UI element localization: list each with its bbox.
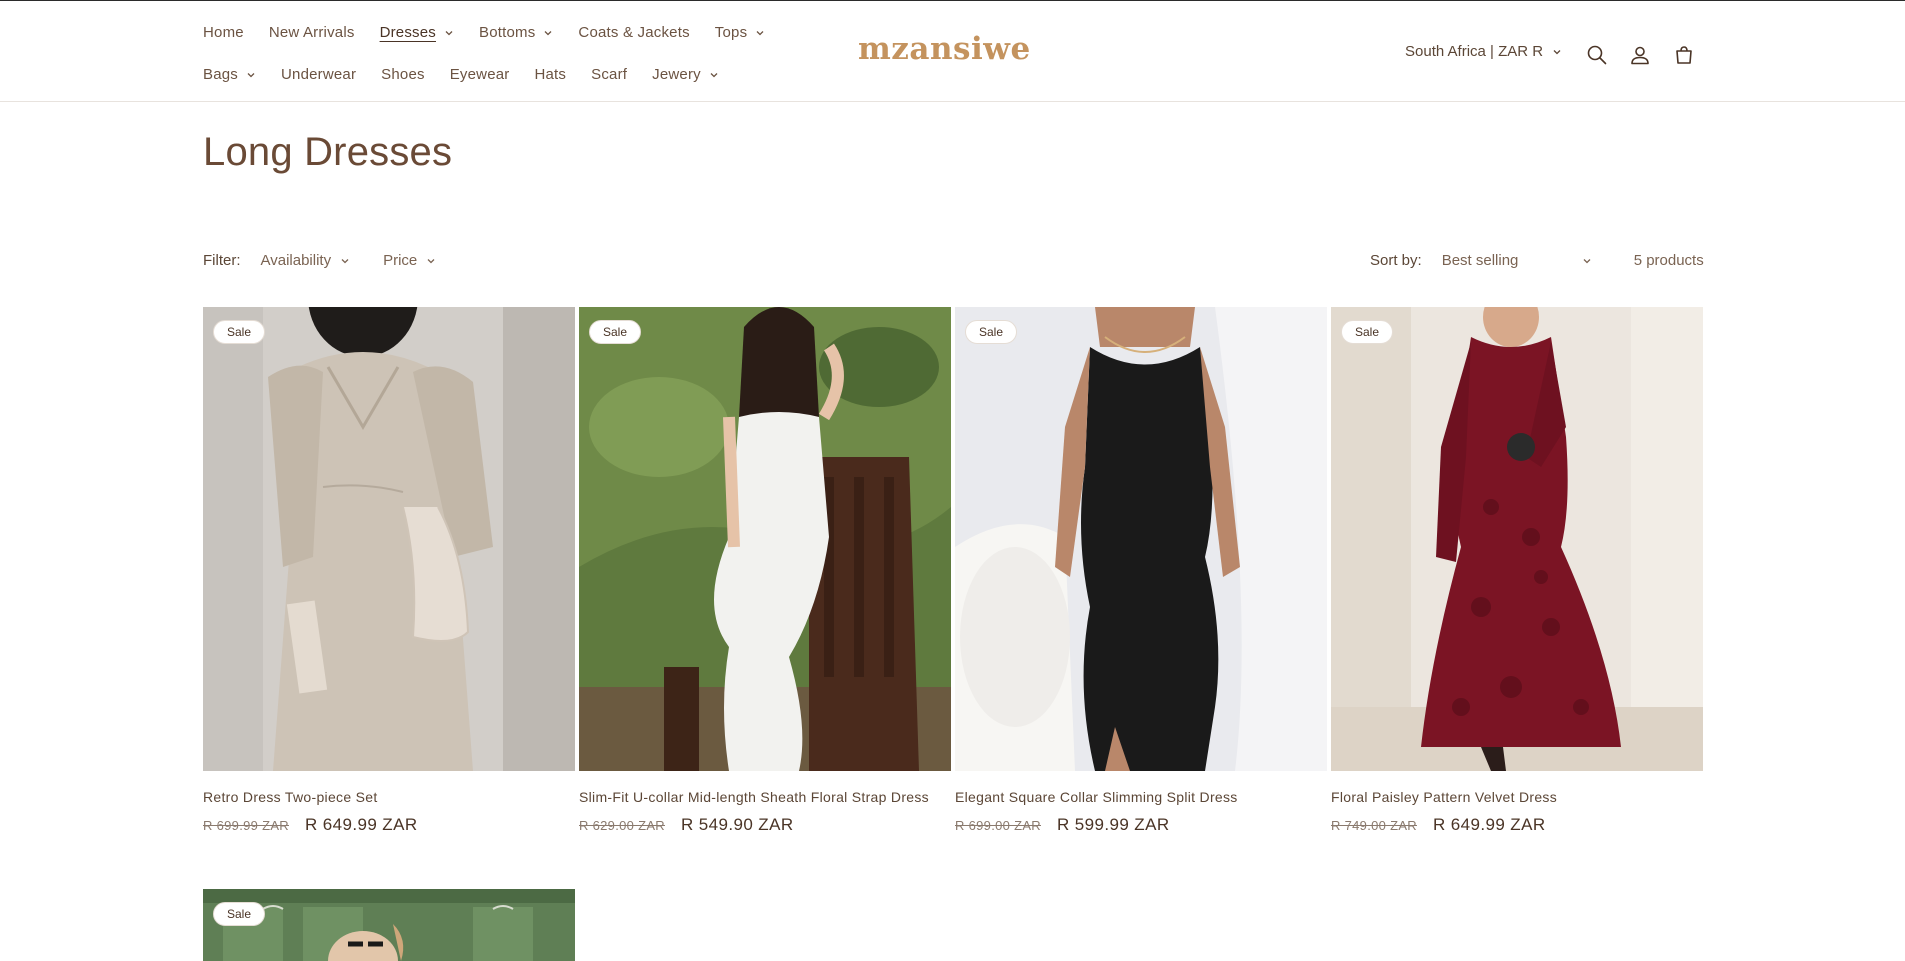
search-icon	[1587, 45, 1607, 65]
nav-label: Bottoms	[478, 24, 536, 41]
sale-price: R 649.99 ZAR	[304, 815, 418, 834]
nav-item-new-arrivals[interactable]: New Arrivals	[269, 24, 355, 41]
nav-item-hats[interactable]: Hats	[534, 66, 566, 83]
filter-bar: Filter: Availability Price	[203, 252, 469, 269]
site-header: Home New Arrivals Dresses Bottoms Coats …	[0, 1, 1905, 102]
cart-button[interactable]	[1670, 41, 1698, 69]
nav-label: Dresses	[379, 24, 436, 41]
sale-price: R 549.90 ZAR	[680, 815, 794, 834]
nav-item-eyewear[interactable]: Eyewear	[450, 66, 510, 83]
chevron-down-icon	[427, 258, 435, 263]
main-nav-row-2: Bags Underwear Shoes Eyewear Hats Scarf …	[203, 66, 744, 83]
nav-label: Tops	[714, 24, 748, 41]
filter-availability-label: Availability	[260, 252, 332, 269]
product-card[interactable]: Sale Slim-Fit U-collar Mid-length Sheath…	[579, 307, 951, 835]
nav-label: Underwear	[281, 66, 357, 83]
chevron-down-icon	[544, 30, 552, 35]
nav-item-underwear[interactable]: Underwear	[281, 66, 356, 83]
nav-label: Bags	[203, 66, 238, 83]
product-name[interactable]: Retro Dress Two-piece Set	[203, 789, 575, 805]
sale-badge: Sale	[589, 320, 642, 344]
product-name[interactable]: Slim-Fit U-collar Mid-length Sheath Flor…	[579, 789, 951, 805]
site-logo[interactable]: mzansiwe	[858, 31, 1031, 67]
nav-item-bags[interactable]: Bags	[203, 66, 256, 83]
filter-price[interactable]: Price	[383, 252, 436, 269]
price-row: R 629.00 ZAR R 549.90 ZAR	[579, 815, 951, 835]
product-image[interactable]: Sale	[203, 307, 575, 771]
nav-label: Coats & Jackets	[578, 24, 690, 41]
sale-price: R 649.99 ZAR	[1432, 815, 1546, 834]
price-row: R 699.99 ZAR R 649.99 ZAR	[203, 815, 575, 835]
sort-select[interactable]: Best selling	[1442, 252, 1592, 269]
sale-badge: Sale	[213, 320, 266, 344]
chevron-down-icon	[756, 30, 764, 35]
regular-price: R 629.00 ZAR	[579, 818, 665, 833]
chevron-down-icon	[1583, 258, 1591, 263]
regular-price: R 749.00 ZAR	[1331, 818, 1417, 833]
chevron-down-icon	[341, 258, 349, 263]
nav-label: Hats	[534, 66, 567, 83]
nav-label: Eyewear	[449, 66, 510, 83]
product-name[interactable]: Floral Paisley Pattern Velvet Dress	[1331, 789, 1703, 805]
product-count: 5 products	[1633, 252, 1704, 269]
sort-selected-value: Best selling	[1441, 252, 1519, 269]
filter-price-label: Price	[383, 252, 418, 269]
nav-item-jewery[interactable]: Jewery	[652, 66, 719, 83]
product-image[interactable]: Sale	[955, 307, 1327, 771]
nav-label: Jewery	[652, 66, 701, 83]
nav-item-shoes[interactable]: Shoes	[381, 66, 425, 83]
cart-icon	[1676, 46, 1692, 64]
product-card[interactable]: Sale Retro Dress Two-piece Set R 699.99 …	[203, 307, 575, 835]
nav-label: Shoes	[381, 66, 425, 83]
chevron-down-icon	[247, 72, 255, 77]
sort-label: Sort by:	[1370, 252, 1422, 269]
product-card[interactable]: Sale Elegant Square Collar Slimming Spli…	[955, 307, 1327, 835]
nav-item-tops[interactable]: Tops	[715, 24, 766, 41]
nav-item-bottoms[interactable]: Bottoms	[479, 24, 553, 41]
regular-price: R 699.99 ZAR	[203, 818, 289, 833]
nav-item-scarf[interactable]: Scarf	[591, 66, 627, 83]
nav-label: Scarf	[591, 66, 628, 83]
price-row: R 699.00 ZAR R 599.99 ZAR	[955, 815, 1327, 835]
search-button[interactable]	[1583, 41, 1611, 69]
chevron-down-icon	[445, 30, 453, 35]
product-card[interactable]: Sale Floral Paisley Pattern Velvet Dress…	[1331, 307, 1703, 835]
nav-label: Home	[203, 24, 244, 41]
country-selector[interactable]: South Africa | ZAR R	[1405, 43, 1562, 60]
nav-label: New Arrivals	[268, 24, 355, 41]
nav-item-dresses[interactable]: Dresses	[380, 24, 454, 41]
product-name[interactable]: Elegant Square Collar Slimming Split Dre…	[955, 789, 1327, 805]
price-row: R 749.00 ZAR R 649.99 ZAR	[1331, 815, 1703, 835]
product-card[interactable]: Sale	[203, 889, 575, 961]
page-title: Long Dresses	[203, 130, 453, 174]
filter-label: Filter:	[203, 252, 241, 269]
sale-badge: Sale	[1341, 320, 1394, 344]
main-nav-row-1: Home New Arrivals Dresses Bottoms Coats …	[203, 24, 790, 41]
sale-price: R 599.99 ZAR	[1056, 815, 1170, 834]
regular-price: R 699.00 ZAR	[955, 818, 1041, 833]
product-image[interactable]: Sale	[579, 307, 951, 771]
nav-item-home[interactable]: Home	[203, 24, 244, 41]
chevron-down-icon	[710, 72, 718, 77]
chevron-down-icon	[1553, 49, 1561, 54]
filter-availability[interactable]: Availability	[261, 252, 351, 269]
sale-badge: Sale	[213, 902, 266, 926]
nav-item-coats-jackets[interactable]: Coats & Jackets	[578, 24, 689, 41]
product-image[interactable]: Sale	[1331, 307, 1703, 771]
sale-badge: Sale	[965, 320, 1018, 344]
country-label: South Africa | ZAR R	[1405, 43, 1544, 60]
account-button[interactable]	[1626, 41, 1654, 69]
product-image[interactable]: Sale	[203, 889, 575, 961]
sort-bar: Sort by: Best selling 5 products	[1370, 252, 1704, 269]
account-icon	[1631, 46, 1649, 65]
